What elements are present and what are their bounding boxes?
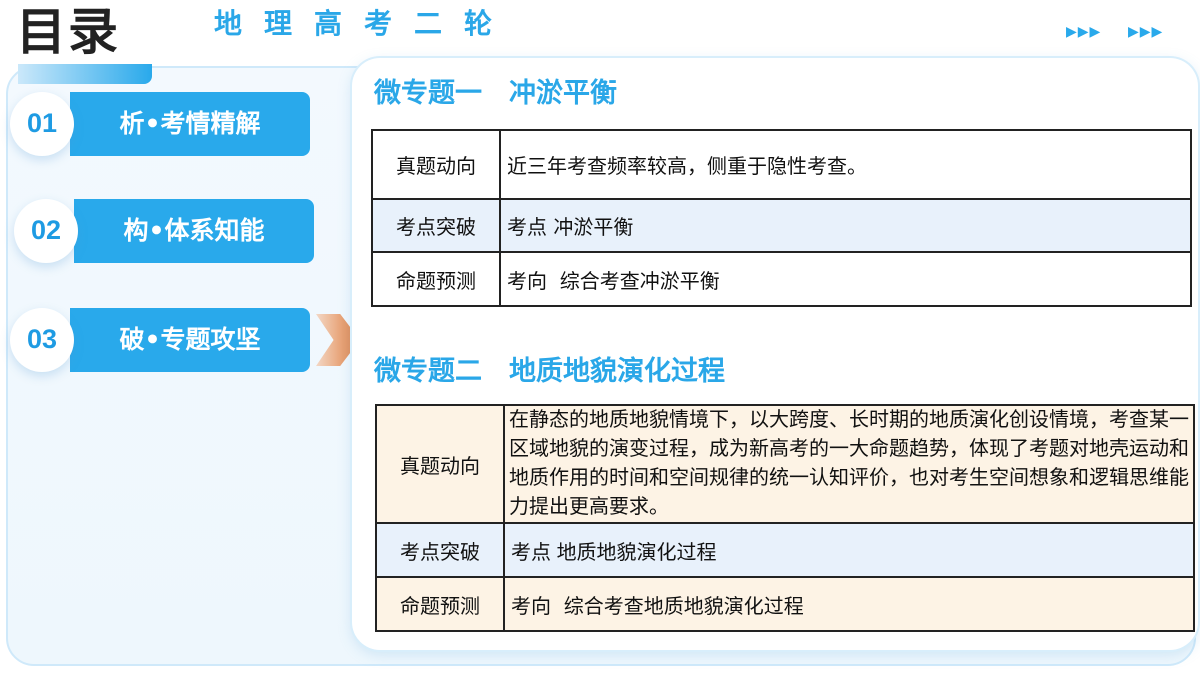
arrows-decoration-icon: ▶▶▶: [1128, 24, 1164, 40]
nav-item-label: 破•专题攻坚: [70, 308, 310, 372]
nav-item-system[interactable]: 构•体系知能 02: [14, 199, 314, 263]
topic-1-table: 真题动向 近三年考查频率较高，侧重于隐性考查。 考点突破 考点 冲淤平衡 命题预…: [371, 129, 1192, 307]
nav-item-number: 01: [10, 92, 74, 156]
row-label: 命题预测: [375, 576, 505, 632]
table-row: 真题动向 近三年考查频率较高，侧重于隐性考查。: [371, 129, 1192, 200]
nav-item-number: 03: [10, 308, 74, 372]
row-label: 真题动向: [375, 404, 505, 524]
table-row: 考点突破 考点 冲淤平衡: [371, 198, 1192, 253]
row-value: 考点 冲淤平衡: [499, 198, 1192, 253]
table-row: 考点突破 考点 地质地貌演化过程: [375, 522, 1195, 578]
toc-title-underline: [18, 64, 152, 84]
row-label: 考点突破: [375, 522, 505, 578]
row-value: 考点 地质地貌演化过程: [503, 522, 1195, 578]
row-keyword: 考向: [507, 270, 547, 293]
toc-title: 目录: [16, 3, 120, 61]
row-text: 综合考查冲淤平衡: [559, 268, 720, 293]
nav-item-number: 02: [14, 199, 78, 263]
topic-2-title: 微专题二 地质地貌演化过程: [374, 356, 725, 387]
row-keyword: 考向: [511, 595, 551, 618]
row-label: 命题预测: [371, 251, 501, 307]
row-keyword: 考点: [511, 541, 551, 564]
arrows-decoration-icon: ▶▶▶: [1066, 24, 1102, 40]
nav-item-label: 构•体系知能: [74, 199, 314, 263]
row-value: 在静态的地质地貌情境下，以大跨度、长时期的地质演化创设情境，考查某一区域地貌的演…: [503, 404, 1195, 524]
table-row: 命题预测 考向 综合考查冲淤平衡: [371, 251, 1192, 307]
row-label: 真题动向: [371, 129, 501, 200]
row-text: 冲淤平衡: [553, 215, 634, 239]
row-text: 地质地貌演化过程: [556, 541, 717, 564]
row-value: 考向 综合考查冲淤平衡: [499, 251, 1192, 307]
row-value: 近三年考查频率较高，侧重于隐性考查。: [499, 129, 1192, 200]
table-row: 真题动向 在静态的地质地貌情境下，以大跨度、长时期的地质演化创设情境，考查某一区…: [375, 404, 1195, 524]
table-row: 命题预测 考向 综合考查地质地貌演化过程: [375, 576, 1195, 632]
subject-title: 地理高考二轮: [214, 7, 515, 40]
nav-item-breakthrough[interactable]: 破•专题攻坚 03: [10, 308, 360, 372]
row-keyword: 考点: [507, 217, 547, 239]
row-text: 综合考查地质地貌演化过程: [563, 593, 804, 618]
nav-item-label: 析•考情精解: [70, 92, 310, 156]
row-label: 考点突破: [371, 198, 501, 253]
nav-item-analysis[interactable]: 析•考情精解 01: [10, 92, 310, 156]
row-value: 考向 综合考查地质地貌演化过程: [503, 576, 1195, 632]
topic-2-table: 真题动向 在静态的地质地貌情境下，以大跨度、长时期的地质演化创设情境，考查某一区…: [375, 404, 1195, 632]
topic-1-title: 微专题一 冲淤平衡: [374, 78, 617, 109]
